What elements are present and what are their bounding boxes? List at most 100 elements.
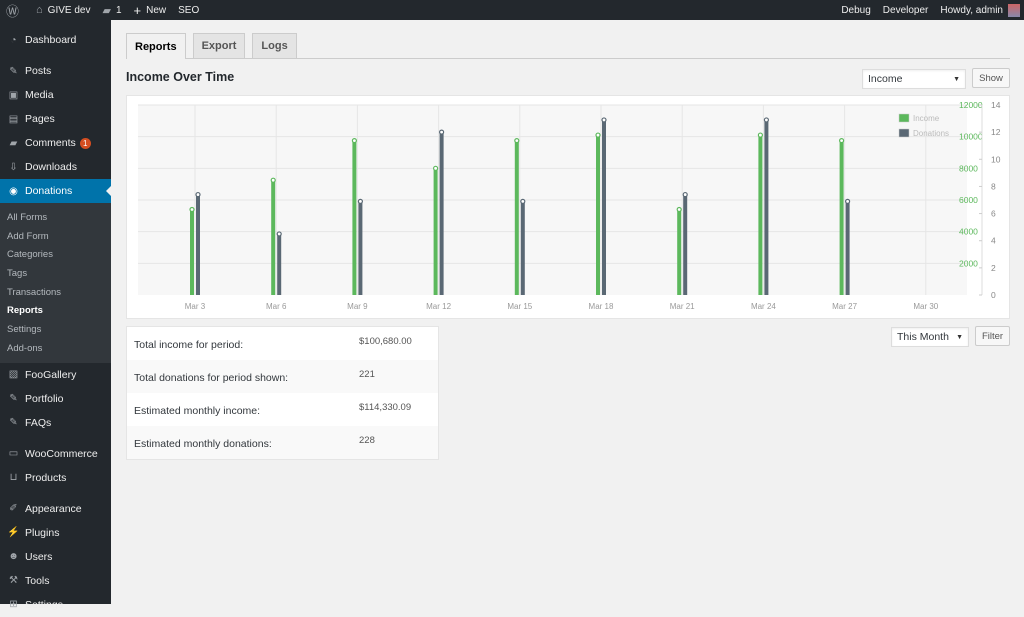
income-bar: [677, 209, 682, 295]
submenu-add-form[interactable]: Add Form: [0, 227, 111, 246]
menu-label: Media: [25, 89, 54, 101]
sidebar-item-comments[interactable]: ▰ Comments 1: [0, 131, 111, 155]
show-button[interactable]: Show: [972, 68, 1010, 88]
selected-value: This Month: [897, 331, 949, 343]
admin-sidebar: ◔ Dashboard ✎ Posts ▣ Media ▤ Pages ▰ Comment…: [0, 20, 111, 611]
date-range-select[interactable]: This Month ▼: [891, 327, 969, 347]
donations-point: [276, 231, 282, 237]
legend-swatch: [898, 128, 910, 138]
y-right-tick-label: 6: [991, 209, 996, 219]
site-name-link[interactable]: ⌂ GIVE dev: [30, 0, 96, 20]
tab-export[interactable]: Export: [192, 33, 246, 58]
sidebar-item-posts[interactable]: ✎ Posts: [0, 59, 111, 83]
stat-value: 221: [359, 369, 375, 380]
wrench-icon: ⚒: [9, 575, 18, 586]
sidebar-item-portfolio[interactable]: ✎ Portfolio: [0, 387, 111, 411]
income-point: [433, 165, 439, 171]
page-title: Income Over Time: [126, 70, 235, 84]
stat-row: Estimated monthly income: $114,330.09: [127, 393, 438, 426]
menu-label: Portfolio: [25, 392, 64, 405]
income-point: [838, 138, 845, 144]
sidebar-item-downloads[interactable]: ⇩ Downloads: [0, 155, 111, 179]
report-view-select[interactable]: Income ▼: [862, 69, 966, 89]
menu-label: Pages: [25, 113, 55, 125]
x-tick-label: Mar 6: [266, 302, 287, 311]
new-content-link[interactable]: + New: [128, 0, 173, 20]
x-tick-label: Mar 9: [347, 302, 368, 311]
menu-label: WooCommerce: [25, 447, 98, 460]
sidebar-item-faqs[interactable]: ✎ FAQs: [0, 411, 111, 435]
sidebar-item-pages[interactable]: ▤ Pages: [0, 107, 111, 131]
debug-label: Debug: [841, 4, 871, 16]
donations-bar: [764, 119, 769, 295]
sidebar-item-tools[interactable]: ⚒ Tools: [0, 569, 111, 593]
chevron-down-icon: ▼: [953, 75, 960, 83]
debug-link[interactable]: Debug: [835, 0, 876, 20]
income-bar: [190, 209, 194, 295]
account-menu[interactable]: Howdy, admin: [934, 0, 1024, 20]
avatar: [1008, 3, 1020, 17]
filter-button[interactable]: Filter: [975, 326, 1010, 346]
x-tick-label: Mar 24: [751, 302, 776, 311]
menu-label: Appearance: [25, 502, 82, 515]
tab-reports[interactable]: Reports: [126, 33, 186, 59]
sidebar-item-settings[interactable]: ⊞ Settings: [0, 593, 111, 617]
income-bar: [433, 168, 438, 295]
brush-icon: ✐: [9, 503, 18, 514]
pin-icon: ✎: [9, 393, 18, 404]
y-left-tick-label: 10000: [959, 132, 983, 142]
donations-bar: [358, 201, 363, 295]
menu-label: Posts: [25, 65, 52, 77]
submenu-categories[interactable]: Categories: [0, 245, 111, 264]
wp-logo-menu[interactable]: Ⓦ: [0, 0, 30, 20]
y-right-tick-label: 4: [991, 236, 996, 246]
stat-label: Total income for period:: [134, 339, 244, 351]
stat-value: $100,680.00: [359, 336, 412, 347]
sidebar-item-dashboard[interactable]: ◔ Dashboard: [0, 28, 111, 52]
sidebar-item-products[interactable]: ⊔ Products: [0, 466, 111, 490]
y-right-tick-label: 0: [991, 290, 996, 300]
menu-label: Downloads: [25, 161, 77, 173]
y-left-tick-label: 6000: [959, 195, 978, 205]
gallery-icon: ▧: [8, 369, 19, 380]
download-icon: ⇩: [9, 161, 18, 173]
income-point: [514, 138, 520, 144]
submenu-transactions[interactable]: Transactions: [0, 283, 111, 302]
admin-bar: Ⓦ ⌂ GIVE dev ▰ 1 + New SEO Debug Developer …: [0, 0, 1024, 20]
sidebar-item-appearance[interactable]: ✐ Appearance: [0, 497, 111, 521]
y-right-tick-label: 14: [991, 100, 1001, 110]
chart-svg: 2000400060008000100001200002468101214Mar…: [138, 100, 1001, 311]
submenu-reports[interactable]: Reports: [0, 301, 111, 320]
submenu-add-ons[interactable]: Add-ons: [0, 339, 111, 358]
menu-label: FAQs: [25, 416, 52, 429]
menu-label: Plugins: [25, 526, 60, 539]
stat-row: Total income for period: $100,680.00: [127, 327, 438, 360]
stat-label: Estimated monthly income:: [134, 405, 261, 417]
tab-logs[interactable]: Logs: [252, 33, 297, 58]
stat-label: Estimated monthly donations:: [134, 438, 272, 450]
report-tabs: Reports Export Logs: [126, 33, 1010, 59]
submenu-all-forms[interactable]: All Forms: [0, 208, 111, 227]
y-right-tick-label: 8: [991, 181, 996, 191]
sidebar-item-users[interactable]: ☻ Users: [0, 545, 111, 569]
income-point: [270, 177, 276, 183]
sidebar-item-plugins[interactable]: ⚡ Plugins: [0, 521, 111, 545]
stat-label: Total donations for period shown:: [134, 372, 289, 384]
sidebar-item-foogallery[interactable]: ▧ FooGallery: [0, 363, 111, 387]
income-point: [595, 132, 601, 138]
submenu-settings[interactable]: Settings: [0, 320, 111, 339]
sidebar-item-media[interactable]: ▣ Media: [0, 83, 111, 107]
comments-link[interactable]: ▰ 1: [96, 0, 127, 20]
x-tick-label: Mar 15: [507, 302, 532, 311]
sidebar-item-woocommerce[interactable]: ▭ WooCommerce: [0, 442, 111, 466]
comment-icon: ▰: [102, 4, 111, 17]
developer-link[interactable]: Developer: [877, 0, 935, 20]
x-tick-label: Mar 27: [832, 302, 857, 311]
seo-link[interactable]: SEO: [172, 0, 205, 20]
main-content: Reports Export Logs Income Over Time Inc…: [111, 20, 1024, 604]
pages-icon: ▤: [8, 113, 19, 125]
donations-point: [439, 129, 445, 135]
submenu-tags[interactable]: Tags: [0, 264, 111, 283]
donations-point: [682, 191, 688, 198]
sidebar-item-donations[interactable]: ◉ Donations: [0, 179, 111, 203]
